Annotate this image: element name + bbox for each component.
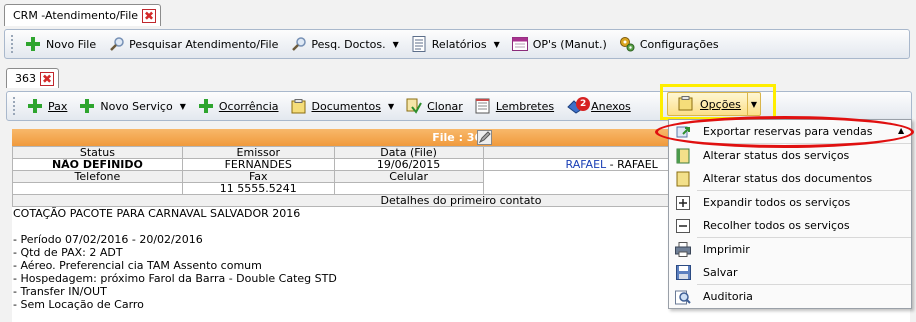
emissor-value: FERNANDES (181, 158, 335, 171)
chevron-down-icon[interactable]: ▼ (746, 93, 760, 115)
lembretes-label: Lembretes (495, 99, 555, 113)
clonar-label: Clonar (427, 99, 463, 113)
telefone-header: Telefone (12, 170, 183, 183)
anexos-button[interactable]: 2 Anexos (560, 95, 637, 117)
save-icon (669, 261, 697, 284)
ocorrencia-label: Ocorrência (218, 99, 279, 113)
notes-icon (475, 98, 491, 114)
anexos-badge: 2 (576, 97, 591, 111)
gears-icon (619, 36, 635, 52)
fax-value: 11 5555.5241 (181, 182, 335, 195)
pax-label: Pax (48, 99, 68, 113)
status-list-icon (669, 167, 697, 190)
documentos-label: Documentos (311, 99, 381, 113)
opcoes-button[interactable]: Opções ▼ (667, 92, 761, 116)
toolbar-grip[interactable] (11, 35, 15, 53)
chevron-down-icon[interactable]: ▼ (388, 102, 394, 111)
app-window: CRM -Atendimento/File ✖ Novo File Pesqui… (0, 0, 916, 322)
status-header: Status (12, 146, 183, 159)
status-value: NÃO DEFINIDO (12, 158, 183, 171)
expand-icon (669, 191, 697, 214)
fax-header: Fax (181, 170, 335, 183)
pesq-doctos-button[interactable]: Pesq. Doctos. ▼ (284, 33, 404, 55)
chevron-down-icon[interactable]: ▼ (494, 40, 500, 49)
plus-icon (79, 98, 95, 114)
status-list-icon (669, 144, 697, 167)
annotation-ellipse (655, 116, 914, 148)
pax-button[interactable]: Pax (21, 95, 73, 117)
menu-item-salvar[interactable]: Salvar (669, 261, 911, 284)
anexos-label: Anexos (591, 99, 631, 113)
report-icon (411, 36, 427, 52)
telefone-value (12, 182, 183, 195)
menu-label: Imprimir (703, 243, 750, 256)
data-header: Data (File) (333, 146, 484, 159)
relatorios-label: Relatórios (431, 37, 487, 51)
configuracoes-label: Configurações (639, 37, 719, 51)
menu-label: Auditoria (703, 290, 753, 303)
data-value: 19/06/2015 (333, 158, 484, 171)
menu-label: Salvar (703, 266, 738, 279)
search-icon (290, 36, 306, 52)
configuracoes-button[interactable]: Configurações (613, 33, 725, 55)
documentos-button[interactable]: Documentos ▼ (285, 95, 401, 117)
pesq-doctos-label: Pesq. Doctos. (311, 37, 386, 51)
file-tab[interactable]: 363 ✖ (6, 68, 59, 88)
search-icon (108, 36, 124, 52)
menu-item-recolher[interactable]: Recolher todos os serviços (669, 214, 911, 237)
menu-item-alterar-documentos[interactable]: Alterar status dos documentos (669, 167, 911, 190)
printer-icon (669, 238, 697, 261)
menu-item-auditoria[interactable]: Auditoria (669, 285, 911, 308)
pesquisar-label: Pesquisar Atendimento/File (129, 37, 279, 51)
celular-value (333, 182, 484, 195)
plus-icon (25, 36, 41, 52)
outer-tab-title: CRM -Atendimento/File (13, 9, 139, 22)
calendar-icon (511, 36, 528, 52)
scroll-up-icon[interactable]: ▲ (898, 126, 904, 135)
relatorios-button[interactable]: Relatórios ▼ (405, 33, 506, 55)
pesquisar-button[interactable]: Pesquisar Atendimento/File (102, 33, 284, 55)
menu-label: Expandir todos os serviços (703, 196, 851, 209)
collapse-icon (669, 214, 697, 237)
clone-icon (406, 98, 422, 114)
cliente-link[interactable]: RAFAEL (566, 160, 607, 170)
novo-file-button[interactable]: Novo File (19, 33, 102, 55)
cliente-name: RAFAEL (617, 158, 658, 171)
cliente-separator: - (606, 158, 618, 171)
toolbar-grip[interactable] (13, 97, 17, 115)
novo-servico-button[interactable]: Novo Serviço ▼ (73, 95, 191, 117)
novo-servico-label: Novo Serviço (100, 99, 173, 113)
emissor-header: Emissor (181, 146, 335, 159)
menu-label: Alterar status dos documentos (703, 172, 873, 185)
close-icon[interactable]: ✖ (40, 71, 54, 86)
celular-header: Celular (333, 170, 484, 183)
menu-label: Alterar status dos serviços (703, 149, 850, 162)
novo-file-label: Novo File (46, 37, 97, 51)
menu-item-expandir[interactable]: Expandir todos os serviços (669, 191, 911, 214)
file-tab-title: 363 (15, 72, 36, 85)
close-icon[interactable]: ✖ (142, 8, 157, 23)
ops-label: OP's (Manut.) (532, 37, 607, 51)
edit-icon[interactable] (477, 130, 492, 145)
ocorrencia-button[interactable]: Ocorrência (192, 95, 285, 117)
ops-button[interactable]: OP's (Manut.) (506, 33, 613, 55)
plus-icon (27, 98, 43, 114)
menu-label: Recolher todos os serviços (703, 219, 850, 232)
chevron-down-icon[interactable]: ▼ (180, 102, 186, 111)
clipboard-icon (291, 98, 307, 114)
clonar-button[interactable]: Clonar (400, 95, 469, 117)
clipboard-icon (678, 96, 694, 112)
main-toolbar: Novo File Pesquisar Atendimento/File Pes… (4, 29, 910, 59)
outer-tab[interactable]: CRM -Atendimento/File ✖ (4, 4, 162, 26)
chevron-down-icon[interactable]: ▼ (393, 40, 399, 49)
opcoes-label: Opções (700, 97, 741, 111)
menu-item-imprimir[interactable]: Imprimir (669, 238, 911, 261)
lembretes-button[interactable]: Lembretes (469, 95, 560, 117)
plus-icon (198, 98, 214, 114)
magnifier-icon (669, 285, 697, 308)
